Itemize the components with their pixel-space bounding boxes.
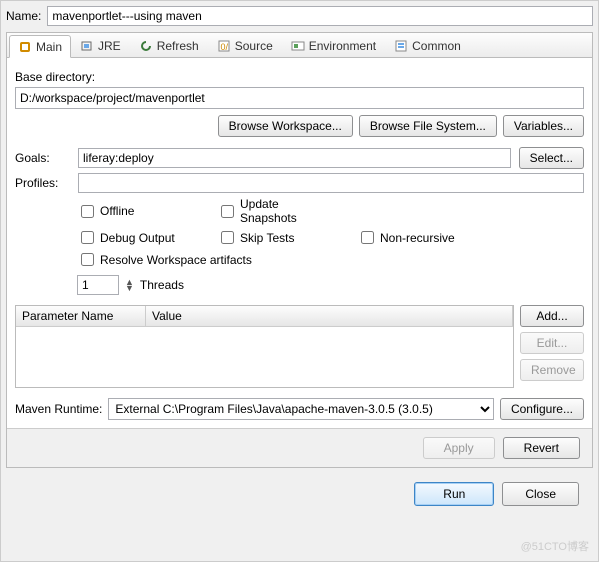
parameter-table[interactable]: Parameter Name Value [15,305,514,388]
tab-common[interactable]: Common [385,35,470,57]
gear-icon [18,40,32,54]
tab-label: Common [412,39,461,53]
check-label: Debug Output [100,231,175,245]
base-directory-label: Base directory: [15,70,584,84]
check-label: Update Snapshots [240,197,337,225]
refresh-icon [139,39,153,53]
browse-filesystem-button[interactable]: Browse File System... [359,115,497,137]
tab-source[interactable]: 0/ Source [208,35,282,57]
svg-text:0/: 0/ [220,42,228,52]
remove-button: Remove [520,359,584,381]
tab-main[interactable]: Main [9,35,71,58]
add-button[interactable]: Add... [520,305,584,327]
profiles-input[interactable] [78,173,584,193]
tab-jre[interactable]: JRE [71,35,130,57]
offline-check[interactable]: Offline [77,202,197,221]
check-label: Resolve Workspace artifacts [100,253,252,267]
check-label: Skip Tests [240,231,294,245]
tab-environment[interactable]: Environment [282,35,385,57]
skip-tests-check[interactable]: Skip Tests [217,228,337,247]
run-button[interactable]: Run [414,482,494,506]
goals-input[interactable] [78,148,511,168]
edit-button: Edit... [520,332,584,354]
tab-label: Refresh [157,39,199,53]
name-input[interactable] [47,6,593,26]
runtime-select[interactable]: External C:\Program Files\Java\apache-ma… [108,398,494,420]
environment-icon [291,39,305,53]
close-button[interactable]: Close [502,482,579,506]
goals-label: Goals: [15,151,70,165]
apply-button: Apply [423,437,495,459]
name-label: Name: [6,9,41,23]
runtime-label: Maven Runtime: [15,402,102,416]
spinner-arrows-icon[interactable]: ▲▼ [125,279,134,291]
tab-label: JRE [98,39,121,53]
variables-button[interactable]: Variables... [503,115,584,137]
tab-label: Environment [309,39,376,53]
main-panel: Base directory: Browse Workspace... Brow… [7,58,592,428]
non-recursive-check[interactable]: Non-recursive [357,228,477,247]
configure-button[interactable]: Configure... [500,398,584,420]
browse-workspace-button[interactable]: Browse Workspace... [218,115,353,137]
watermark: @51CTO博客 [521,538,589,554]
threads-spinner[interactable] [77,275,119,295]
tab-refresh[interactable]: Refresh [130,35,208,57]
parameter-table-body [16,327,513,387]
base-directory-input[interactable] [15,87,584,109]
tab-label: Source [235,39,273,53]
revert-button[interactable]: Revert [503,437,580,459]
select-button[interactable]: Select... [519,147,584,169]
check-label: Offline [100,204,134,218]
source-icon: 0/ [217,39,231,53]
update-snapshots-check[interactable]: Update Snapshots [217,197,337,225]
column-header-parameter[interactable]: Parameter Name [16,306,146,326]
common-icon [394,39,408,53]
debug-output-check[interactable]: Debug Output [77,228,197,247]
threads-label: Threads [140,278,184,292]
column-header-value[interactable]: Value [146,306,513,326]
tab-label: Main [36,40,62,54]
resolve-workspace-check[interactable]: Resolve Workspace artifacts [77,250,252,269]
check-label: Non-recursive [380,231,455,245]
tab-strip: Main JRE Refresh 0/ Source Environment C… [7,33,592,58]
profiles-label: Profiles: [15,176,70,190]
jre-icon [80,39,94,53]
